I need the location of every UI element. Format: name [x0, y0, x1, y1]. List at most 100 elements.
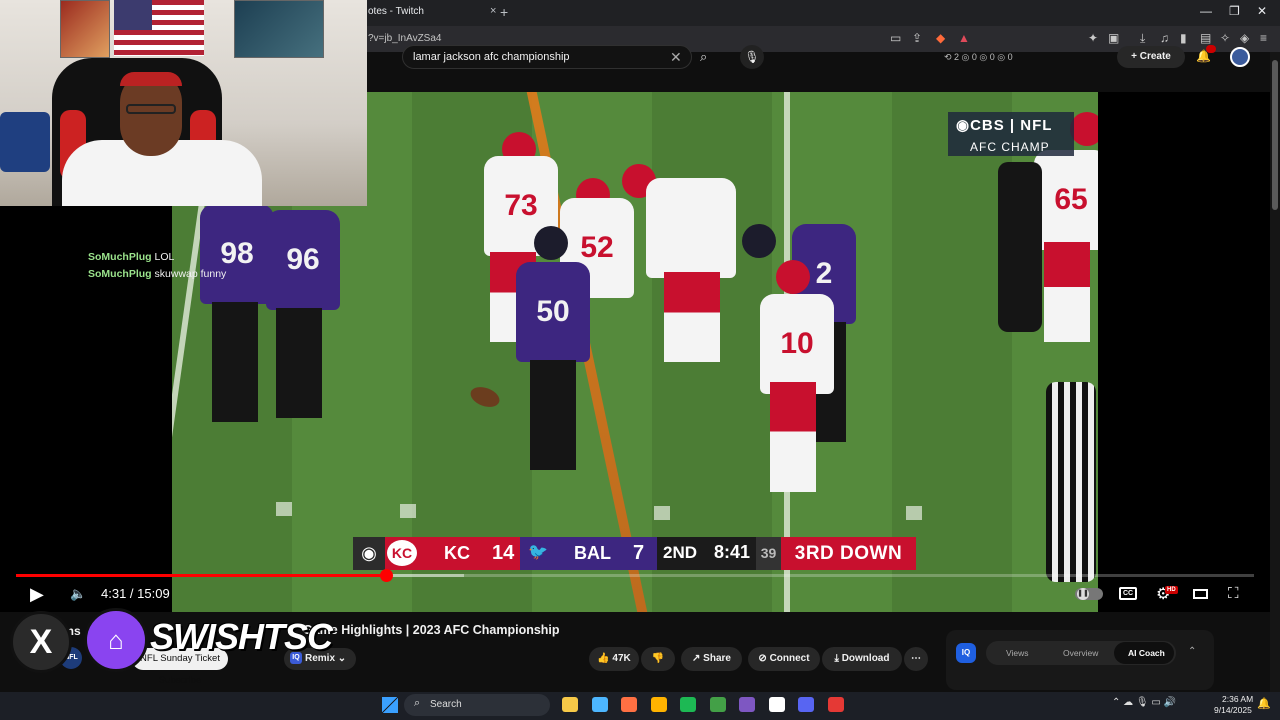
extensions-icon[interactable]: ✦ [1088, 31, 1098, 45]
hash-mark [400, 504, 416, 518]
download-button[interactable]: ⤓ Download [822, 647, 902, 671]
taskbar-app-icon[interactable] [680, 697, 696, 712]
leo-ai-icon[interactable]: ✧ [1220, 31, 1230, 45]
rewards-icon[interactable]: ▲ [958, 31, 970, 45]
fullscreen-icon[interactable]: ⛶ [1228, 585, 1239, 602]
downloads-icon[interactable]: ⤓ [1140, 31, 1145, 46]
taskbar-app-icon[interactable] [621, 697, 637, 712]
jersey-96: 96 [266, 210, 340, 310]
cbs-eye-icon: ◉ [353, 537, 385, 570]
clear-search-icon[interactable]: ✕ [670, 49, 682, 66]
browser-tab-title[interactable]: otes - Twitch [368, 6, 424, 17]
minimize-icon[interactable]: — [1200, 4, 1212, 18]
player-background [998, 162, 1042, 332]
player-legs [530, 360, 576, 470]
chat-text: skuwwap funny [154, 268, 227, 280]
streamer-glasses [126, 104, 176, 114]
menu-icon[interactable]: ≡ [1260, 31, 1267, 45]
jersey-10: 10 [760, 294, 834, 394]
x-logo-icon: X [10, 611, 72, 673]
tab-views[interactable]: Views [1006, 648, 1029, 658]
windows-taskbar [0, 692, 1280, 720]
notification-badge [1206, 45, 1216, 53]
clock-date[interactable]: 9/14/2025 [1214, 705, 1252, 715]
play-clock: 39 [756, 537, 781, 570]
taskbar-app-icon[interactable] [827, 697, 844, 712]
share-button[interactable]: ↗ Share [681, 647, 742, 671]
jersey-65: 65 [1034, 150, 1098, 250]
streamer-headband [120, 72, 182, 86]
search-icon[interactable]: ⌕ [700, 49, 707, 65]
taskbar-app-icon[interactable] [591, 697, 608, 712]
video-title: Game Highlights | 2023 AFC Championship [303, 623, 560, 637]
taskbar-search-box[interactable] [404, 694, 550, 716]
play-icon[interactable]: ▶ [30, 584, 44, 605]
microphone-icon[interactable]: 🎙 [740, 45, 764, 69]
streamer-handle: SWISHTSC [150, 616, 333, 657]
new-tab-button[interactable]: + [500, 4, 508, 20]
taskbar-app-icon[interactable] [798, 697, 814, 712]
webcam-overlay [0, 0, 367, 206]
restore-icon[interactable]: ❐ [1229, 4, 1240, 18]
collapse-icon[interactable]: ⌃ [1188, 646, 1196, 657]
media-icon[interactable]: ♫ [1160, 31, 1169, 45]
ravens-logo-icon: 🐦 [528, 544, 548, 561]
tab-overview[interactable]: Overview [1063, 648, 1098, 658]
url-text[interactable]: ?v=jb_InAvZSa4 [368, 33, 441, 44]
hash-mark [654, 506, 670, 520]
more-actions-button[interactable]: ⋯ [904, 647, 928, 671]
connect-button[interactable]: ⊘ Connect [748, 647, 820, 671]
time-display: 4:31 / 15:09 [101, 586, 170, 601]
game-label: AFC CHAMP [970, 140, 1050, 154]
tab-ai-coach[interactable]: AI Coach [1128, 648, 1165, 658]
taskbar-search-label[interactable]: Search [430, 699, 462, 710]
game-quarter: 2ND [663, 543, 698, 562]
iq-logo-icon[interactable]: IQ [956, 643, 976, 663]
jersey-50: 50 [516, 262, 590, 362]
dislike-button[interactable]: 👎 [641, 647, 675, 671]
twitch-logo-icon: ⌂ [84, 608, 148, 672]
search-query[interactable]: lamar jackson afc championship [413, 51, 570, 63]
player-legs [1044, 242, 1090, 342]
autoplay-pause-icon[interactable]: ❚❚ [1077, 588, 1089, 600]
clock-time[interactable]: 2:36 AM [1222, 694, 1253, 704]
player-body [646, 178, 736, 278]
windows-start-icon[interactable] [382, 697, 398, 713]
taskbar-app-icon[interactable] [768, 697, 785, 712]
player-legs [276, 308, 322, 418]
theater-mode-icon[interactable] [1193, 589, 1208, 599]
like-button[interactable]: 👍 47K [589, 647, 639, 671]
hash-mark [906, 506, 922, 520]
tab-search-icon[interactable]: ▣ [1108, 31, 1119, 45]
taskbar-app-icon[interactable] [709, 697, 726, 712]
notification-center-icon[interactable]: 🔔 [1257, 697, 1271, 710]
close-window-icon[interactable]: ✕ [1257, 4, 1267, 18]
wallet-icon[interactable]: ▤ [1200, 31, 1211, 45]
away-team-score: 14 [492, 542, 515, 564]
brave-shield-icon[interactable]: ◆ [936, 31, 945, 45]
home-team-score: 7 [633, 542, 645, 564]
referee [1046, 382, 1096, 582]
taskbar-app-icon[interactable] [739, 697, 755, 712]
screen-cast-icon[interactable]: ▭ [890, 31, 901, 45]
share-page-icon[interactable]: ⇪ [912, 31, 922, 45]
avatar[interactable] [1230, 47, 1250, 67]
captions-button[interactable]: CC [1119, 587, 1137, 600]
away-team-name: KC [444, 543, 470, 563]
vpn-icon[interactable]: ◈ [1240, 31, 1249, 45]
taskbar-app-icon[interactable] [562, 697, 578, 712]
network-logo: ◉CBS | NFL [956, 117, 1053, 134]
helmet [776, 260, 810, 294]
scrollbar-thumb[interactable] [1272, 60, 1278, 210]
tab-close-icon[interactable]: × [490, 5, 496, 17]
wall-poster [234, 0, 324, 58]
chat-username: SoMuchPlug [88, 251, 152, 263]
taskbar-app-icon[interactable] [650, 697, 667, 712]
helmet [742, 224, 776, 258]
create-button[interactable]: + Create [1117, 46, 1185, 68]
sidebar-icon[interactable]: ▮ [1180, 31, 1187, 45]
system-tray[interactable]: ⌃ ☁ 🎙 ▭ 🔊 [1112, 697, 1176, 708]
helmet [1070, 112, 1098, 146]
volume-icon[interactable]: 🔈 [70, 586, 86, 602]
search-icon: ⌕ [414, 697, 421, 709]
